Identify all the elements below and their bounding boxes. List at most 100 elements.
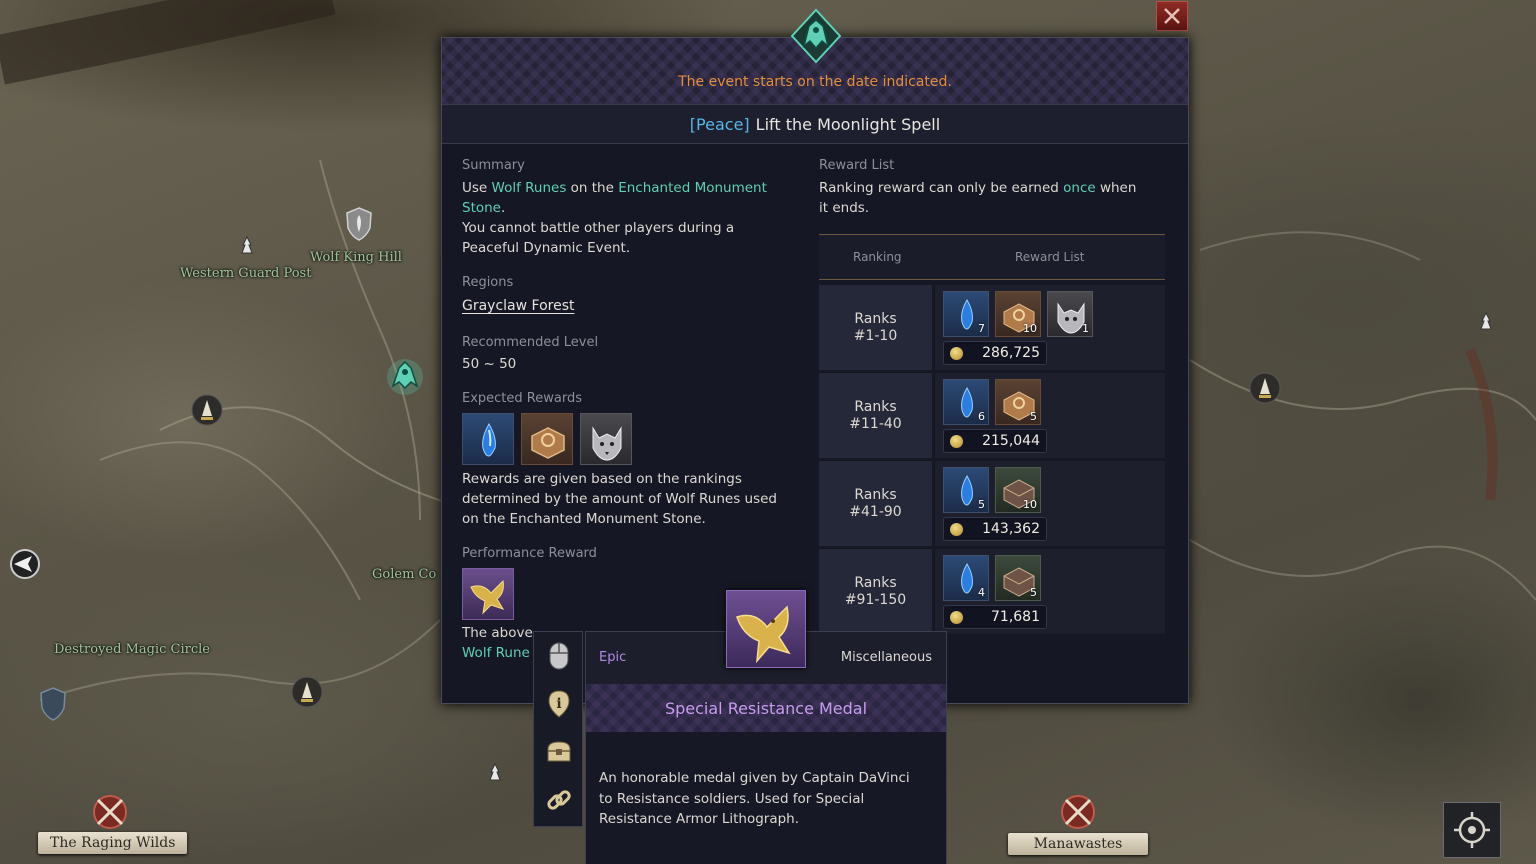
map-label-destroyed-magic-circle: Destroyed Magic Circle bbox=[54, 642, 210, 657]
campfire-marker-icon[interactable] bbox=[190, 392, 224, 432]
rank-label: Ranks bbox=[854, 310, 897, 327]
campfire-marker-icon[interactable] bbox=[290, 674, 324, 714]
expected-reward-wolf[interactable] bbox=[580, 413, 632, 465]
summary-text-part: . bbox=[500, 200, 506, 216]
gold-coin-icon bbox=[950, 435, 963, 448]
ranking-table-header: Ranking Reward List bbox=[819, 234, 1165, 280]
summary-target-highlight: Stone bbox=[462, 200, 501, 216]
summary-item-highlight: Wolf Runes bbox=[491, 180, 567, 196]
item-count: 10 bbox=[1023, 322, 1037, 335]
item-count: 7 bbox=[978, 322, 985, 335]
wolf-event-marker-icon[interactable] bbox=[383, 356, 427, 398]
crossed-swords-icon bbox=[1061, 795, 1095, 829]
gold-coin-icon bbox=[950, 523, 963, 536]
reward-item[interactable]: 1 bbox=[1047, 291, 1093, 337]
level-label: Recommended Level bbox=[462, 335, 599, 350]
reward-list-desc: Ranking reward can only be earned once w… bbox=[819, 178, 1159, 218]
npc-marker-icon[interactable] bbox=[238, 235, 256, 255]
expected-rewards-label: Expected Rewards bbox=[462, 391, 582, 406]
rank-label: Ranks bbox=[854, 574, 897, 591]
event-tag: [Peace] bbox=[689, 114, 750, 134]
reward-list-desc-part: when bbox=[1095, 180, 1137, 196]
crossed-swords-icon bbox=[93, 795, 127, 829]
campfire-marker-icon[interactable] bbox=[1248, 370, 1282, 410]
expected-reward-box[interactable] bbox=[521, 413, 573, 465]
reward-list-desc-highlight: once bbox=[1063, 180, 1096, 196]
performance-reward-desc: The above Wolf Rune bbox=[462, 623, 542, 663]
reward-list-desc-line: it ends. bbox=[819, 200, 870, 216]
gold-amount: 143,362 bbox=[982, 521, 1040, 537]
event-title-bar: [Peace] Lift the Moonlight Spell bbox=[442, 104, 1188, 144]
reward-item[interactable]: 5 bbox=[995, 379, 1041, 425]
gold-reward: 71,681 bbox=[943, 605, 1047, 629]
shield-marker-icon[interactable] bbox=[344, 206, 374, 242]
summary-label: Summary bbox=[462, 158, 525, 173]
mouse-action-button[interactable] bbox=[539, 636, 579, 676]
ranking-row: Ranks #11-40 6 5 215,044 bbox=[819, 373, 1165, 458]
treasure-box-icon bbox=[531, 427, 565, 459]
chest-action-button[interactable] bbox=[539, 732, 579, 772]
item-count: 5 bbox=[978, 498, 985, 511]
summary-text: Use Wolf Runes on the Enchanted Monument… bbox=[462, 178, 792, 258]
map-label-golem-co: Golem Co bbox=[372, 567, 437, 582]
region-banner-raging-wilds[interactable]: The Raging Wilds bbox=[38, 832, 188, 854]
rank-range: #1-10 bbox=[853, 327, 898, 344]
expected-rewards-line: determined by the amount of Wolf Runes u… bbox=[462, 491, 777, 507]
gold-coin-icon bbox=[950, 347, 963, 360]
golden-eagle-medal-icon bbox=[470, 579, 505, 615]
performance-reward-icon[interactable] bbox=[462, 568, 514, 620]
locate-button[interactable] bbox=[1443, 802, 1501, 858]
map-label-western-guard-post: Western Guard Post bbox=[180, 266, 312, 281]
ranking-row: Ranks #1-10 7 10 1 286,725 bbox=[819, 285, 1165, 370]
region-banner-manawastes[interactable]: Manawastes bbox=[1008, 833, 1148, 855]
item-count: 10 bbox=[1023, 498, 1037, 511]
reward-item[interactable]: 7 bbox=[943, 291, 989, 337]
gold-amount: 71,681 bbox=[991, 609, 1040, 625]
ranking-row: Ranks #91-150 4 5 71,681 bbox=[819, 549, 1165, 634]
item-count: 5 bbox=[1030, 586, 1037, 599]
link-icon bbox=[547, 790, 571, 810]
npc-marker-icon[interactable] bbox=[486, 762, 504, 782]
npc-marker-icon[interactable] bbox=[1477, 311, 1495, 331]
tooltip-item-icon bbox=[726, 590, 806, 668]
blue-crystal-icon bbox=[482, 422, 496, 457]
item-name: Special Resistance Medal bbox=[586, 684, 946, 732]
summary-target-highlight: Enchanted Monument bbox=[618, 180, 767, 196]
rank-rewards: 5 10 143,362 bbox=[935, 461, 1165, 546]
gold-reward: 215,044 bbox=[943, 429, 1047, 453]
wolf-portrait-icon bbox=[592, 426, 622, 461]
rank-cell: Ranks #41-90 bbox=[819, 461, 932, 546]
performance-line: Wolf Rune bbox=[462, 645, 530, 661]
performance-line: The above bbox=[462, 625, 533, 641]
event-notice: The event starts on the date indicated. bbox=[678, 74, 952, 90]
regions-label: Regions bbox=[462, 275, 514, 290]
expected-reward-crystal[interactable] bbox=[462, 413, 514, 465]
rank-label: Ranks bbox=[854, 486, 897, 503]
wolf-emblem-icon bbox=[790, 8, 842, 64]
item-count: 5 bbox=[1030, 410, 1037, 423]
item-count: 4 bbox=[978, 586, 985, 599]
ranking-row: Ranks #41-90 5 10 143,362 bbox=[819, 461, 1165, 546]
link-action-button[interactable] bbox=[539, 780, 579, 820]
info-action-button[interactable]: i bbox=[539, 684, 579, 724]
direction-arrow-icon[interactable] bbox=[8, 548, 42, 580]
expected-rewards-desc: Rewards are given based on the rankings … bbox=[462, 469, 792, 529]
item-description-line: Resistance Armor Lithograph. bbox=[599, 811, 800, 827]
reward-list-label: Reward List bbox=[819, 158, 895, 173]
mouse-icon bbox=[549, 642, 569, 670]
region-link[interactable]: Grayclaw Forest bbox=[462, 298, 575, 314]
summary-text-part: Use bbox=[462, 180, 492, 196]
item-description-line: to Resistance soldiers. Used for Special bbox=[599, 790, 865, 807]
close-button[interactable] bbox=[1156, 1, 1188, 31]
reward-item[interactable]: 5 bbox=[995, 555, 1041, 601]
reward-item[interactable]: 6 bbox=[943, 379, 989, 425]
blue-shield-marker-icon[interactable] bbox=[38, 686, 68, 722]
reward-item[interactable]: 10 bbox=[995, 467, 1041, 513]
reward-item[interactable]: 5 bbox=[943, 467, 989, 513]
item-description: An honorable medal given by Captain DaVi… bbox=[599, 768, 935, 830]
reward-item[interactable]: 4 bbox=[943, 555, 989, 601]
reward-item[interactable]: 10 bbox=[995, 291, 1041, 337]
golden-eagle-medal-icon bbox=[736, 605, 791, 664]
col-reward-list: Reward List bbox=[1015, 250, 1085, 264]
summary-line: You cannot battle other players during a bbox=[462, 220, 735, 236]
